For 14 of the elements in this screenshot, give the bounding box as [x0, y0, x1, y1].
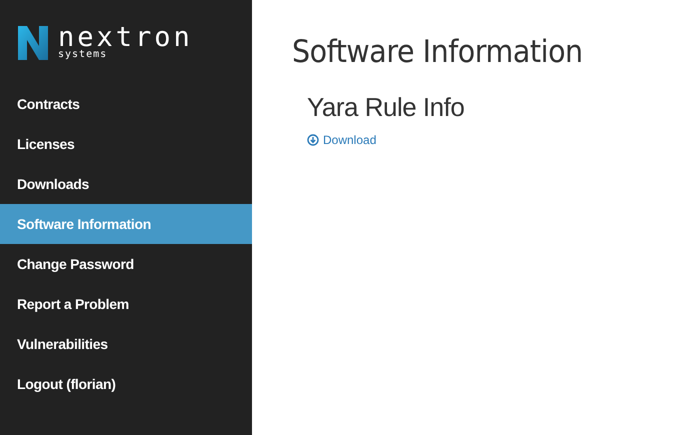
logo-icon — [18, 26, 48, 60]
download-icon — [307, 134, 319, 146]
sidebar-item[interactable]: Logout (florian) — [0, 364, 252, 404]
section-heading: Yara Rule Info — [307, 92, 466, 123]
page-title: Software Information — [292, 34, 583, 70]
sidebar-item[interactable]: Downloads — [0, 164, 252, 204]
sidebar-item[interactable]: Report a Problem — [0, 284, 252, 324]
sidebar-item[interactable]: Licenses — [0, 124, 252, 164]
sidebar-item[interactable]: Contracts — [0, 84, 252, 124]
sidebar-item[interactable]: Vulnerabilities — [0, 324, 252, 364]
logo-name: nextron — [58, 26, 193, 50]
sidebar-item[interactable]: Change Password — [0, 244, 252, 284]
download-link[interactable]: Download — [307, 133, 376, 147]
logo-tagline: systems — [58, 50, 108, 60]
